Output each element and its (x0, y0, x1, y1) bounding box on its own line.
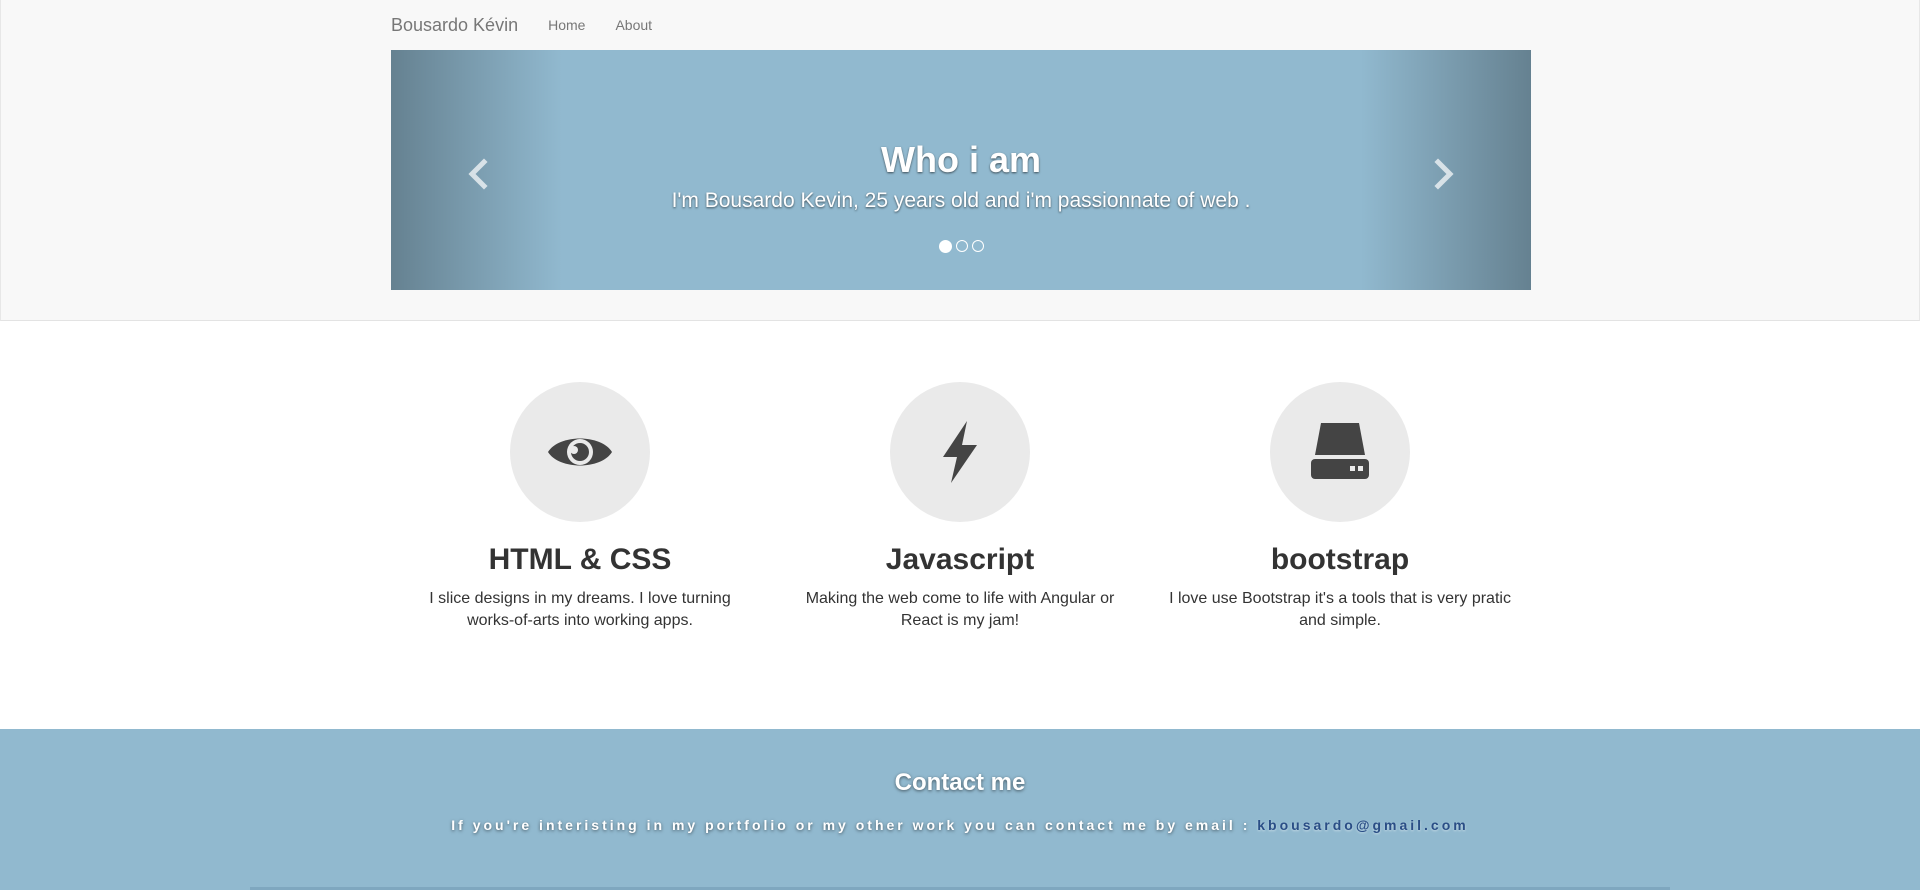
navbar: Bousardo Kévin Home About (391, 0, 682, 50)
carousel: Who i am I'm Bousardo Kevin, 25 years ol… (391, 50, 1531, 290)
feature-title: Javascript (885, 543, 1035, 576)
contact-text: If you're interisting in my portfolio or… (451, 817, 1251, 833)
contact-title: Contact me (894, 769, 1026, 796)
feature-text: I love use Bootstrap it's a tools that i… (1169, 590, 1511, 629)
carousel-indicators (391, 240, 1531, 253)
feature-javascript: Javascript Making the web come to life w… (770, 382, 1150, 632)
carousel-title: Who i am (881, 139, 1041, 180)
header-section: Bousardo Kévin Home About Who i am I'm B… (0, 0, 1920, 321)
eye-icon (548, 438, 612, 466)
hard-drive-icon (1311, 423, 1369, 479)
nav-link-about[interactable]: About (615, 17, 652, 33)
feature-title: HTML & CSS (488, 543, 672, 576)
contact-section: Contact me If you're interisting in my p… (0, 729, 1920, 890)
carousel-indicator-2[interactable] (955, 240, 968, 252)
feature-text: I slice designs in my dreams. I love tur… (429, 590, 731, 629)
brand-link[interactable]: Bousardo Kévin (391, 15, 518, 36)
carousel-indicator-1[interactable] (938, 240, 952, 253)
feature-text: Making the web come to life with Angular… (805, 590, 1115, 629)
nav-link-home[interactable]: Home (548, 17, 585, 33)
lightning-bolt-icon (943, 421, 977, 483)
feature-html-css: HTML & CSS I slice designs in my dreams.… (390, 382, 770, 632)
carousel-caption: Who i am I'm Bousardo Kevin, 25 years ol… (391, 140, 1531, 216)
contact-email-link[interactable]: kbousardo@gmail.com (1257, 817, 1468, 833)
feature-title: bootstrap (1270, 543, 1410, 576)
feature-icon-circle (890, 382, 1030, 522)
carousel-text: I'm Bousardo Kevin, 25 years old and i'm… (671, 189, 1251, 212)
feature-icon-circle (510, 382, 650, 522)
contact-text-line: If you're interisting in my portfolio or… (0, 817, 1920, 833)
features-section: HTML & CSS I slice designs in my dreams.… (390, 382, 1530, 632)
feature-icon-circle (1270, 382, 1410, 522)
carousel-indicator-3[interactable] (971, 240, 984, 252)
feature-bootstrap: bootstrap I love use Bootstrap it's a to… (1150, 382, 1530, 632)
